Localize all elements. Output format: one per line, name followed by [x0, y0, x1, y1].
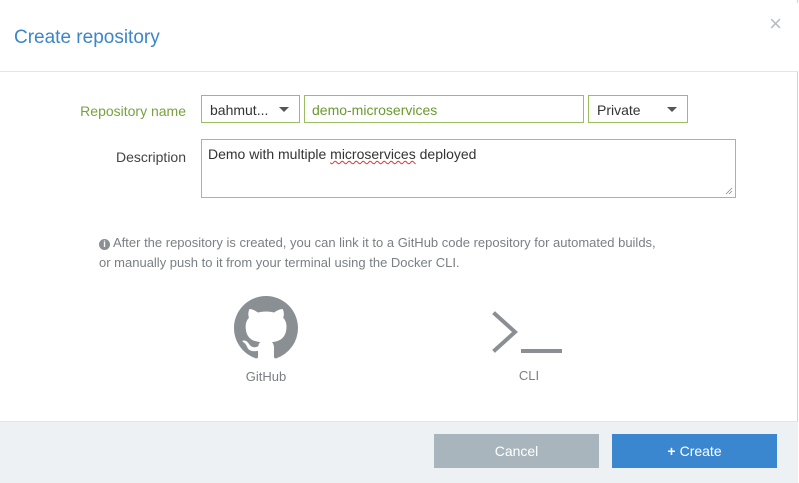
dialog-header: Create repository × — [0, 3, 798, 72]
cli-label: CLI — [518, 368, 540, 383]
visibility-select[interactable]: Private — [588, 95, 688, 123]
visibility-value: Private — [597, 102, 641, 118]
create-button[interactable]: + Create — [612, 434, 777, 468]
info-message: i After the repository is created, you ca… — [99, 233, 719, 273]
cancel-button[interactable]: Cancel — [434, 434, 599, 468]
description-text-end: deployed — [415, 146, 477, 162]
description-textarea[interactable]: Demo with multiple microservices deploye… — [201, 139, 736, 198]
cli-option[interactable]: CLI — [489, 306, 569, 383]
resize-handle-icon[interactable] — [725, 187, 733, 195]
github-option[interactable]: GitHub — [226, 296, 306, 384]
create-repository-dialog: Create repository × Repository name bahm… — [0, 0, 798, 483]
description-text-start: Demo with multiple — [208, 146, 331, 162]
repository-name-value: demo-microservices — [312, 102, 438, 118]
repository-name-input[interactable]: demo-microservices — [304, 95, 584, 123]
github-label: GitHub — [245, 369, 287, 384]
create-button-label: Create — [679, 443, 722, 459]
plus-icon: + — [667, 443, 676, 459]
description-label: Description — [115, 149, 186, 165]
chevron-down-icon — [279, 107, 289, 112]
description-misspelled-word: microservices — [330, 146, 416, 162]
info-line-2: or manually push to it from your termina… — [99, 255, 460, 270]
namespace-select[interactable]: bahmut... — [201, 95, 300, 123]
namespace-value: bahmut... — [210, 102, 269, 118]
terminal-icon — [492, 311, 562, 353]
info-icon: i — [99, 239, 110, 250]
info-line-1: After the repository is created, you can… — [113, 235, 656, 250]
dialog-footer: Cancel + Create — [0, 421, 798, 483]
dialog-title: Create repository — [14, 27, 160, 48]
close-icon[interactable]: × — [769, 13, 782, 35]
chevron-down-icon — [667, 107, 677, 112]
github-icon — [234, 296, 298, 359]
repository-name-label: Repository name — [80, 103, 186, 119]
